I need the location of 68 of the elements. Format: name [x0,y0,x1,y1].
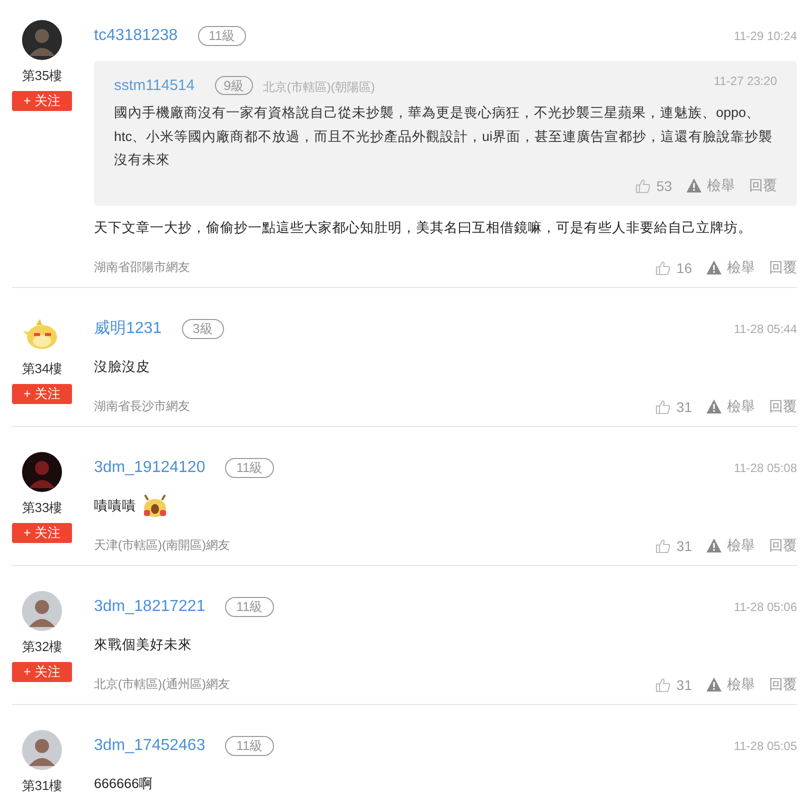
sticker-icon [142,494,168,518]
reply-link[interactable]: 回覆 [769,398,797,416]
location-label: 湖南省邵陽市網友 [94,259,190,276]
location-label: 湖南省長沙市網友 [94,398,190,415]
timestamp: 11-28 05:05 [734,738,797,752]
warning-icon [686,178,702,193]
follow-button[interactable]: + 关注 [12,384,72,404]
like-count: 53 [656,178,672,194]
like-count: 16 [676,260,692,276]
level-badge: 11級 [198,26,246,46]
username-link[interactable]: 3dm_19124120 [94,458,206,476]
level-badge: 11級 [225,596,274,616]
reply-link[interactable]: 回覆 [769,258,797,276]
username-link[interactable]: 威明1231 [94,318,162,339]
like-count: 31 [676,538,692,554]
reply-link[interactable]: 回覆 [749,176,777,194]
username-link[interactable]: 3dm_18217221 [94,598,206,616]
timestamp: 11-29 10:24 [734,29,797,43]
quoted-comment-text: 國內手機廠商沒有一家有資格說自己從未抄襲，華為更是喪心病狂，不光抄襲三星蘋果，連魅族、oppo、htc、小米等國內廠商都不放過，而且不光抄產品外觀設計，ui界面，甚至連廣告宣都抄，這還有臉說靠抄襲沒有未來 [114,104,774,169]
timestamp: 11-28 05:08 [734,460,797,474]
level-badge: 9級 [214,76,253,94]
comment-text: 來戰個美好未來 [94,636,192,654]
level-badge: 11級 [225,458,274,478]
comment-text: 天下文章一大抄，偷偷抄一點這些大家都心知肚明，美其名曰互相借鏡嘛，可是有些人非要給自己立牌坊。 [94,218,752,236]
level-badge: 3級 [182,318,224,338]
report-link[interactable]: 檢舉 [727,536,755,554]
location-label: 北京(市轄區)(通州區)網友 [94,676,230,693]
location-label: 北京(市轄區)(朝陽區) [262,78,375,96]
follow-button[interactable]: + 关注 [12,91,72,111]
thumbs-up-icon [655,260,672,276]
timestamp: 11-28 05:44 [734,322,797,336]
report-link[interactable]: 檢舉 [727,676,755,694]
floor-label: 第35樓 [22,68,62,84]
thumbs-up-icon [655,676,672,692]
comment-text: 666666啊 [94,774,154,792]
report-link[interactable]: 檢舉 [727,398,755,416]
timestamp: 11-28 05:06 [734,600,797,614]
username-link[interactable]: sstm114514 [114,76,195,94]
floor-label: 第31樓 [22,778,62,794]
reply-link[interactable]: 回覆 [769,676,797,694]
avatar-icon [22,452,62,492]
like-count: 31 [676,398,692,414]
follow-button[interactable]: + 关注 [12,522,72,542]
comment-text: 嘖嘖嘖 [94,496,136,514]
reply-link[interactable]: 回覆 [769,536,797,554]
warning-icon [706,538,722,553]
username-link[interactable]: 3dm_17452463 [94,736,206,754]
floor-label: 第33樓 [22,500,62,516]
warning-icon [706,399,722,414]
thumbs-up-icon [655,398,672,414]
level-badge: 11級 [225,736,274,756]
username-link[interactable]: tc43181238 [94,27,178,45]
warning-icon [706,677,722,692]
comment-text: 沒臉沒皮 [94,358,150,376]
thumbs-up-icon [635,178,652,194]
timestamp: 11-27 23:20 [714,74,777,88]
like-count: 31 [676,676,692,692]
floor-label: 第34樓 [22,360,62,376]
thumbs-up-icon [655,538,672,554]
follow-button[interactable]: + 关注 [12,662,72,682]
location-label: 天津(市轄區)(南開區)網友 [94,537,230,554]
report-link[interactable]: 檢舉 [727,258,755,276]
avatar-icon [22,730,62,770]
warning-icon [706,260,722,275]
avatar-icon [22,20,62,60]
avatar-icon [22,590,62,630]
floor-label: 第32樓 [22,638,62,654]
report-link[interactable]: 檢舉 [707,176,735,194]
